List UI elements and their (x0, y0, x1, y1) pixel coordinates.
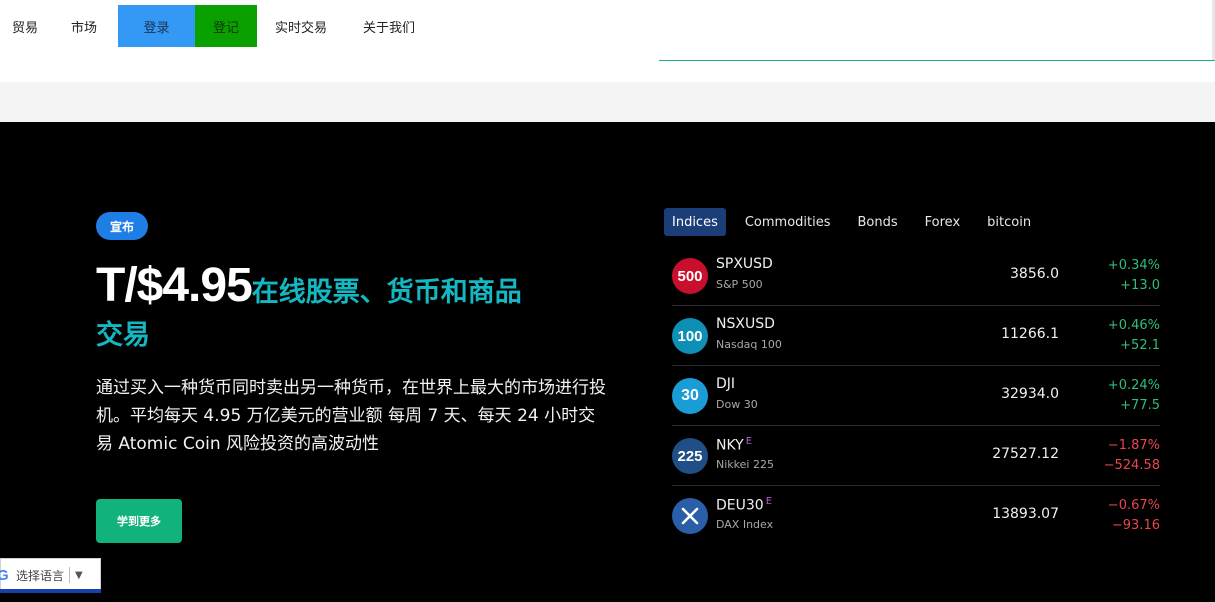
row-price: 32934.0 (1001, 386, 1059, 402)
register-button[interactable]: 登记 (195, 5, 257, 47)
row-price: 3856.0 (1010, 266, 1059, 282)
tab-forex[interactable]: Forex (917, 208, 969, 236)
row-symbol: DJI (716, 376, 735, 392)
top-navigation: 贸易 市场 登录 登记 实时交易 关于我们 (0, 0, 1215, 82)
market-row-dji[interactable]: 30 DJI Dow 30 32934.0 +0.24% +77.5 (672, 366, 1160, 426)
symbol-text: NSXUSD (716, 316, 775, 332)
headline-tail: 在线股票、货币和商品 (251, 277, 522, 308)
nky-logo-icon: 225 (672, 438, 708, 474)
symbol-text: DEU30 (716, 497, 764, 514)
row-percent: −1.87% (1107, 438, 1160, 453)
market-row-nky[interactable]: 225 NKY E Nikkei 225 27527.12 −1.87% −524… (672, 426, 1160, 486)
tab-bitcoin[interactable]: bitcoin (979, 208, 1039, 236)
row-percent: +0.24% (1107, 378, 1160, 393)
dax-logo-icon (672, 498, 708, 534)
tab-commodities[interactable]: Commodities (737, 208, 839, 236)
symbol-text: SPXUSD (716, 256, 773, 272)
row-change: +77.5 (1120, 398, 1160, 413)
row-name: Nikkei 225 (716, 458, 774, 471)
hero-description: 通过买入一种货币同时卖出另一种货币，在世界上最大的市场进行投机。平均每天 4.9… (96, 378, 606, 454)
row-percent: +0.46% (1107, 318, 1160, 333)
symbol-text: NKY (716, 437, 744, 454)
hero-headline: T/$4.95在线股票、货币和商品 交易 (96, 258, 616, 356)
google-icon: G (0, 566, 9, 584)
hero-section: 宣布 T/$4.95在线股票、货币和商品 交易 通过买入一种货币同时卖出另一种货… (0, 122, 1215, 602)
row-change: +13.0 (1120, 278, 1160, 293)
grey-band (0, 82, 1215, 122)
announcement-badge: 宣布 (96, 212, 149, 240)
login-button[interactable]: 登录 (118, 5, 195, 47)
nav-about[interactable]: 关于我们 (345, 5, 433, 47)
tab-bonds[interactable]: Bonds (850, 208, 906, 236)
row-symbol: NKY E (716, 436, 752, 454)
header-divider (659, 60, 1215, 61)
row-price: 11266.1 (1001, 326, 1059, 342)
dji-logo-icon: 30 (672, 378, 708, 414)
nav-market[interactable]: 市场 (50, 5, 118, 47)
language-selector-bar (0, 589, 101, 593)
market-row-nsx[interactable]: 100 NSXUSD Nasdaq 100 11266.1 +0.46% +52… (672, 306, 1160, 366)
row-name: Dow 30 (716, 398, 758, 411)
main-nav: 贸易 市场 登录 登记 实时交易 关于我们 (0, 5, 433, 47)
row-name: DAX Index (716, 518, 774, 531)
row-symbol: DEU30 E (716, 496, 772, 514)
market-row-spx[interactable]: 500 SPXUSD S&P 500 3856.0 +0.34% +13.0 (672, 246, 1160, 306)
exchange-flag: E (745, 436, 753, 447)
language-divider (69, 567, 71, 583)
row-change: −93.16 (1111, 518, 1160, 533)
learn-more-button[interactable]: 学到更多 (96, 499, 182, 543)
row-name: Nasdaq 100 (716, 338, 782, 351)
symbol-text: DJI (716, 376, 736, 392)
chevron-down-icon[interactable]: ▼ (75, 570, 83, 581)
nsx-logo-icon: 100 (672, 318, 708, 354)
market-row-dax[interactable]: DEU30 E DAX Index 13893.07 −0.67% −93.16 (672, 486, 1160, 546)
exchange-flag: E (765, 496, 773, 507)
headline-price: T/$4.95 (96, 259, 253, 312)
row-change: −524.58 (1103, 458, 1160, 473)
row-percent: −0.67% (1107, 498, 1160, 513)
row-change: +52.1 (1120, 338, 1160, 353)
tab-indices[interactable]: Indices (664, 208, 726, 236)
x-mark-icon (681, 507, 699, 525)
language-label: 选择语言 (16, 568, 65, 583)
nav-live-trading[interactable]: 实时交易 (257, 5, 345, 47)
row-percent: +0.34% (1107, 258, 1160, 273)
headline-line2: 交易 (96, 320, 150, 351)
market-table: 500 SPXUSD S&P 500 3856.0 +0.34% +13.0 1… (672, 246, 1160, 546)
row-price: 13893.07 (992, 506, 1059, 522)
row-name: S&P 500 (716, 278, 763, 291)
nav-trade[interactable]: 贸易 (0, 5, 50, 47)
spx-logo-icon: 500 (672, 258, 708, 294)
row-symbol: SPXUSD (716, 256, 773, 272)
language-selector[interactable]: G 选择语言 ▼ (0, 558, 101, 592)
row-symbol: NSXUSD (716, 316, 775, 332)
row-price: 27527.12 (992, 446, 1059, 462)
market-tabs: Indices Commodities Bonds Forex bitcoin (664, 208, 1050, 236)
